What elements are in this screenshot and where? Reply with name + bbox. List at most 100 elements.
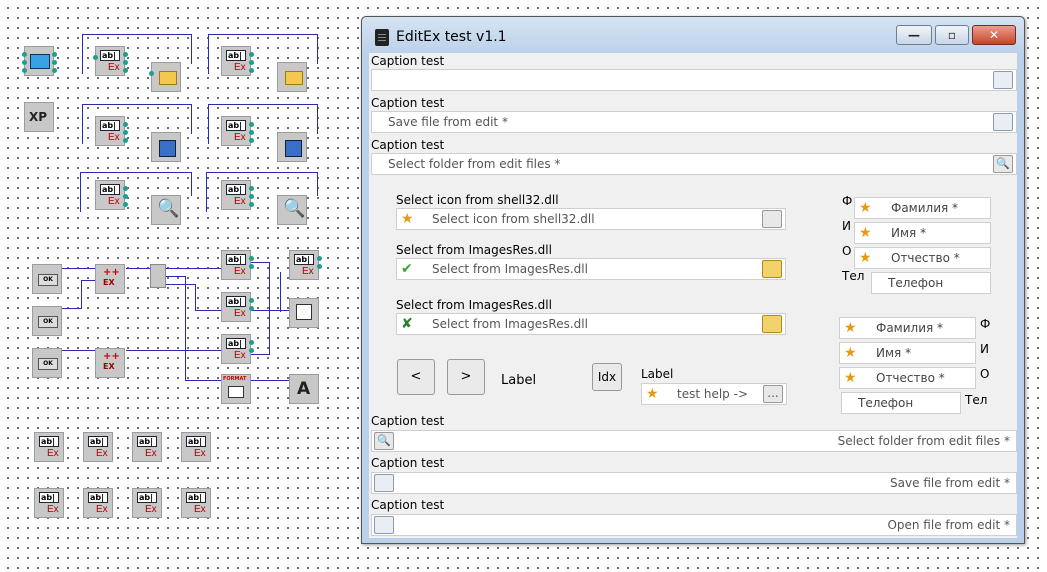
label-text: Label — [501, 373, 537, 388]
star-icon: ★ — [844, 345, 857, 361]
editex-component[interactable]: ab| Ex — [83, 488, 113, 518]
window-icon — [30, 54, 50, 69]
select-folder-edit-bottom[interactable]: 🔍 Select folder from edit files * — [371, 430, 1017, 452]
plus-ex-component[interactable]: ++ EX — [95, 264, 125, 294]
images-label: Select from ImagesRes.dll — [396, 298, 552, 312]
form-component[interactable] — [22, 46, 57, 76]
editex-component[interactable]: ab| Ex — [221, 180, 254, 210]
button-component[interactable]: OK — [32, 264, 62, 294]
star-icon: ★ — [844, 320, 857, 336]
name-field[interactable]: ★ Имя * — [854, 222, 991, 244]
surname-field[interactable]: ★ Фамилия * — [839, 317, 976, 339]
editex-component[interactable]: ab| Ex — [181, 432, 211, 462]
ellipsis-button[interactable]: ... — [763, 385, 783, 403]
fio-tag: И — [980, 342, 989, 356]
editex-component[interactable]: ab| Ex — [221, 334, 254, 364]
open-file-edit[interactable] — [371, 69, 1017, 91]
star-icon: ★ — [401, 211, 414, 227]
star-icon: ★ — [859, 200, 872, 216]
editex-component[interactable]: ab| Ex — [221, 292, 254, 322]
phone-field[interactable]: Телефон — [841, 392, 961, 414]
shell-icon-edit[interactable]: ★ Select icon from shell32.dll — [396, 208, 786, 230]
document-icon[interactable] — [762, 210, 782, 228]
hub-component[interactable] — [150, 264, 166, 288]
floppy-icon — [159, 140, 176, 157]
select-folder-edit[interactable]: Select folder from edit files * 🔍 — [371, 153, 1017, 175]
open-file-edit-bottom[interactable]: Open file from edit * — [371, 514, 1017, 536]
xp-style-component[interactable]: XP — [24, 102, 54, 132]
plus-ex-component[interactable]: ++ EX — [95, 348, 125, 378]
patronymic-field[interactable]: ★ Отчество * — [854, 247, 991, 269]
minimize-button[interactable]: — — [896, 25, 932, 45]
editex-component[interactable]: ab| Ex — [83, 432, 113, 462]
label-text-2: Label — [641, 367, 674, 381]
fio-tag: Ф — [842, 194, 853, 208]
caption-label: Caption test — [371, 456, 445, 470]
format-component[interactable]: FORMAT — [221, 374, 251, 404]
editex-component[interactable]: ab| Ex — [95, 116, 128, 146]
editex-component[interactable]: ab| Ex — [132, 488, 162, 518]
cross-icon: ✘ — [401, 316, 413, 332]
fio-tag: Ф — [980, 317, 991, 331]
editex-component[interactable]: ab| Ex — [221, 250, 254, 280]
fio-tag: О — [842, 244, 852, 258]
folder-dialog-component[interactable]: 🔍 — [151, 195, 181, 225]
memo-icon — [296, 304, 312, 320]
editex-component[interactable]: ab| Ex — [132, 432, 162, 462]
idx-button[interactable]: Idx — [592, 363, 622, 391]
open-file-icon[interactable] — [374, 516, 394, 534]
close-button[interactable]: ✕ — [972, 25, 1016, 45]
save-dialog-component[interactable] — [151, 132, 181, 162]
open-dialog-component[interactable] — [149, 62, 181, 92]
label-component[interactable]: A — [289, 374, 319, 404]
phone-field[interactable]: Телефон — [871, 272, 991, 294]
caption-label: Caption test — [371, 414, 445, 428]
open-dialog-component[interactable] — [277, 62, 307, 92]
star-icon: ★ — [859, 250, 872, 266]
magnifier-icon: 🔍 — [283, 198, 306, 219]
patronymic-field[interactable]: ★ Отчество * — [839, 367, 976, 389]
search-icon[interactable]: 🔍 — [374, 432, 394, 450]
editex-component[interactable]: ab| Ex — [289, 250, 322, 280]
window-title: EditEx test v1.1 — [396, 29, 507, 45]
name-field[interactable]: ★ Имя * — [839, 342, 976, 364]
shell-label: Select icon from shell32.dll — [396, 193, 559, 207]
help-edit[interactable]: ★ test help -> ... — [641, 383, 787, 405]
search-icon[interactable]: 🔍 — [993, 155, 1013, 173]
save-dialog-component[interactable] — [277, 132, 307, 162]
editex-component[interactable]: ab| Ex — [34, 432, 64, 462]
save-icon[interactable] — [993, 113, 1013, 131]
star-icon: ★ — [646, 386, 659, 402]
memo-component[interactable] — [289, 298, 319, 328]
maximize-button[interactable]: ▫ — [935, 25, 969, 45]
floppy-icon — [285, 140, 302, 157]
editex-component[interactable]: ab| Ex — [181, 488, 211, 518]
client-area: Caption test Caption test Save file from… — [369, 53, 1017, 538]
fio-tag: И — [842, 219, 851, 233]
editex-component[interactable]: ab| Ex — [34, 488, 64, 518]
prev-button[interactable]: < — [397, 359, 435, 395]
surname-field[interactable]: ★ Фамилия * — [854, 197, 991, 219]
fio-tag: Тел — [965, 393, 988, 407]
fio-tag: Тел — [842, 269, 865, 283]
editex-component[interactable]: ab| Ex — [221, 46, 254, 76]
folder-open-icon — [159, 71, 177, 85]
editex-component[interactable]: ab| Ex — [93, 46, 128, 76]
editex-component[interactable]: ab| Ex — [221, 116, 254, 146]
save-file-edit-bottom[interactable]: Save file from edit * — [371, 472, 1017, 494]
save-icon[interactable] — [374, 474, 394, 492]
images-edit-2[interactable]: ✘ Select from ImagesRes.dll — [396, 313, 786, 335]
open-file-icon[interactable] — [993, 71, 1013, 89]
images-icon[interactable] — [762, 315, 782, 333]
button-component[interactable]: OK — [32, 348, 62, 378]
next-button[interactable]: > — [447, 359, 485, 395]
images-icon[interactable] — [762, 260, 782, 278]
save-file-edit[interactable]: Save file from edit * — [371, 111, 1017, 133]
folder-dialog-component[interactable]: 🔍 — [277, 195, 307, 225]
caption-label: Caption test — [371, 138, 445, 152]
editex-window: EditEx test v1.1 — ▫ ✕ Caption test Capt… — [361, 16, 1025, 544]
images-edit-1[interactable]: ✔ Select from ImagesRes.dll — [396, 258, 786, 280]
editex-component[interactable]: ab| Ex — [95, 180, 128, 210]
button-component[interactable]: OK — [32, 306, 62, 336]
title-bar[interactable]: EditEx test v1.1 — ▫ ✕ — [362, 17, 1024, 53]
